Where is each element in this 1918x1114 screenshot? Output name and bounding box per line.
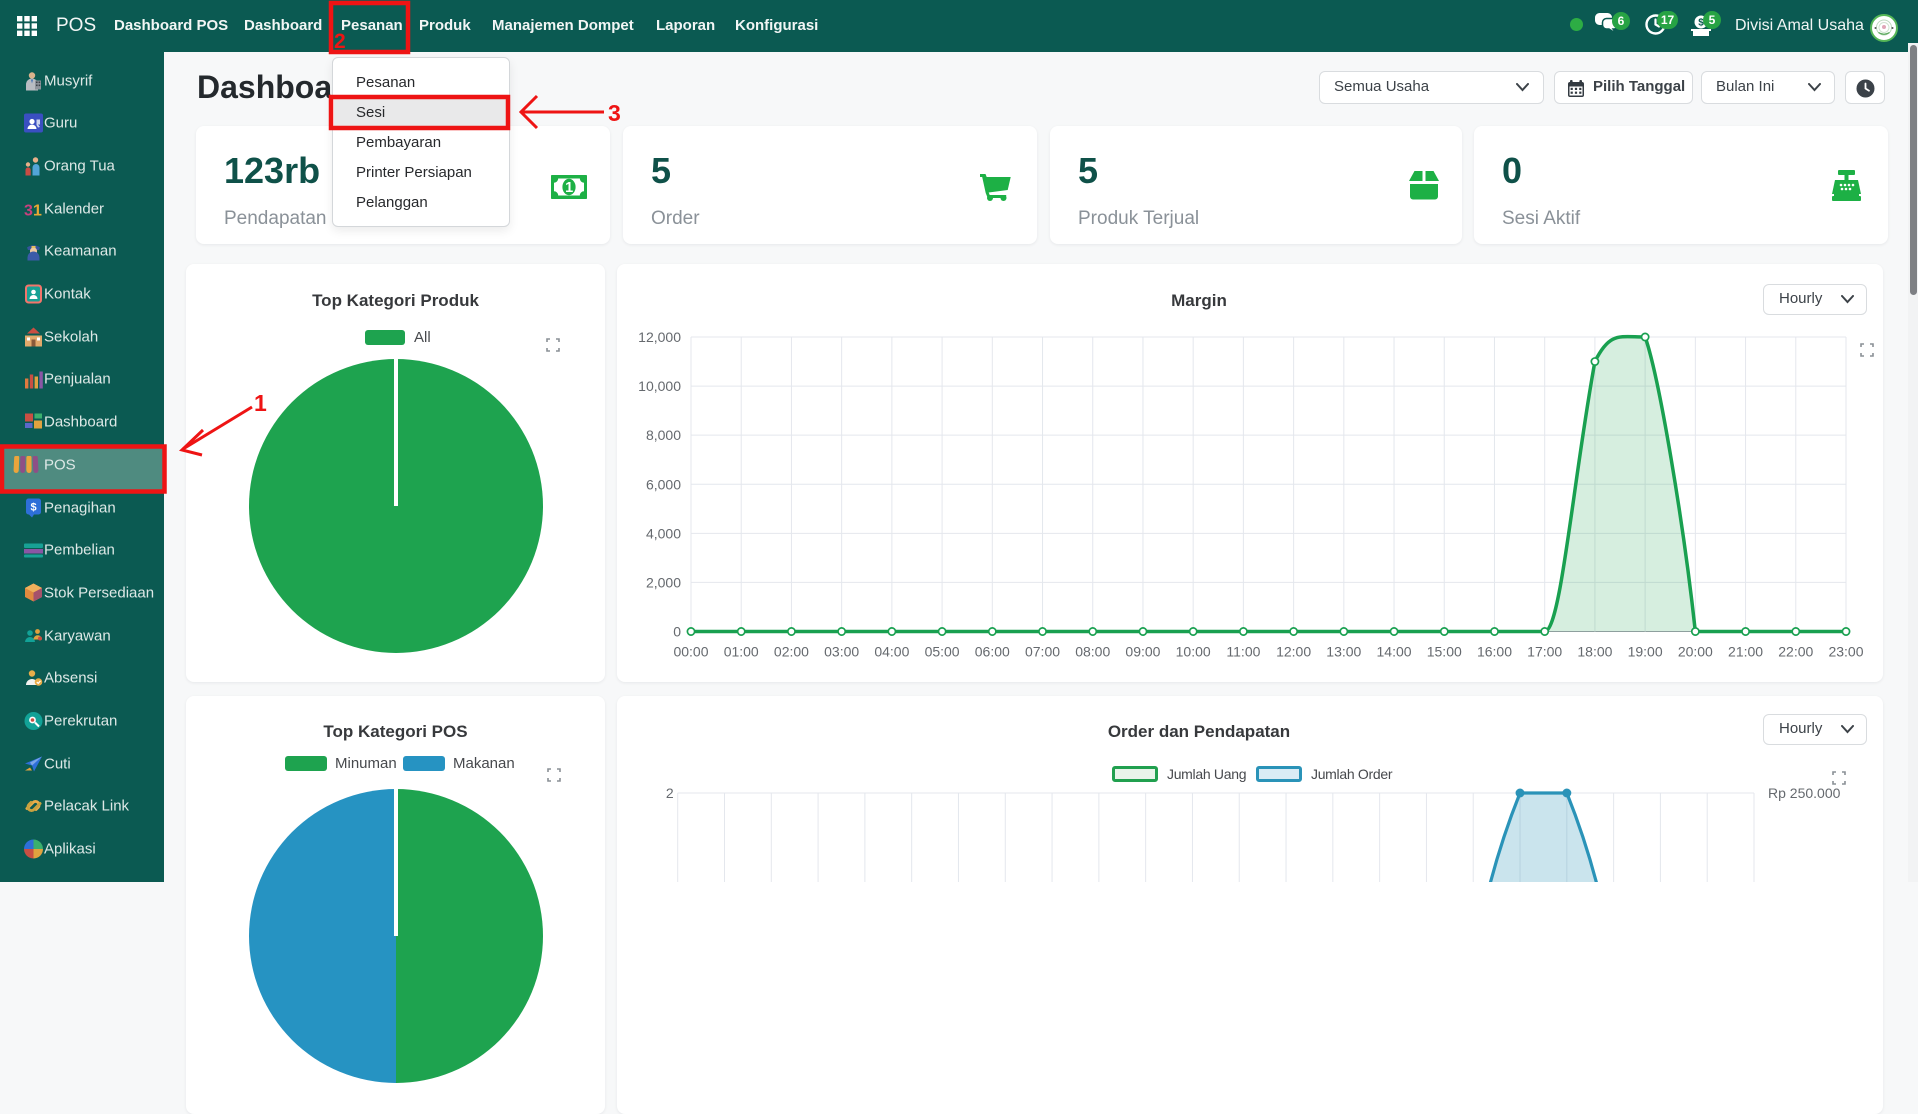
svg-text:08:00: 08:00 bbox=[1075, 644, 1110, 660]
svg-text:4,000: 4,000 bbox=[646, 525, 681, 541]
svg-text:16:00: 16:00 bbox=[1477, 644, 1512, 660]
svg-text:Rp 250.000: Rp 250.000 bbox=[1768, 785, 1841, 801]
svg-text:17:00: 17:00 bbox=[1527, 644, 1562, 660]
svg-text:10:00: 10:00 bbox=[1176, 644, 1211, 660]
svg-text:6,000: 6,000 bbox=[646, 476, 681, 492]
svg-text:12:00: 12:00 bbox=[1276, 644, 1311, 660]
svg-text:07:00: 07:00 bbox=[1025, 644, 1060, 660]
svg-text:23:00: 23:00 bbox=[1828, 644, 1863, 660]
svg-text:15:00: 15:00 bbox=[1427, 644, 1462, 660]
svg-text:12,000: 12,000 bbox=[638, 329, 681, 345]
svg-text:$: $ bbox=[30, 501, 36, 513]
svg-text:01:00: 01:00 bbox=[724, 644, 759, 660]
svg-text:2: 2 bbox=[666, 785, 674, 801]
svg-text:14:00: 14:00 bbox=[1377, 644, 1412, 660]
svg-text:09:00: 09:00 bbox=[1125, 644, 1160, 660]
svg-text:2,000: 2,000 bbox=[646, 574, 681, 590]
svg-text:8,000: 8,000 bbox=[646, 427, 681, 443]
svg-text:1: 1 bbox=[565, 180, 573, 196]
svg-text:21:00: 21:00 bbox=[1728, 644, 1763, 660]
svg-text:22:00: 22:00 bbox=[1778, 644, 1813, 660]
svg-text:19:00: 19:00 bbox=[1628, 644, 1663, 660]
svg-text:05:00: 05:00 bbox=[925, 644, 960, 660]
svg-text:00:00: 00:00 bbox=[673, 644, 708, 660]
svg-text:04:00: 04:00 bbox=[874, 644, 909, 660]
svg-text:20:00: 20:00 bbox=[1678, 644, 1713, 660]
svg-text:10,000: 10,000 bbox=[638, 378, 681, 394]
svg-text:0: 0 bbox=[673, 624, 681, 640]
svg-text:13:00: 13:00 bbox=[1326, 644, 1361, 660]
svg-text:1: 1 bbox=[33, 202, 42, 218]
svg-text:3: 3 bbox=[24, 202, 33, 218]
svg-text:02:00: 02:00 bbox=[774, 644, 809, 660]
svg-text:03:00: 03:00 bbox=[824, 644, 859, 660]
svg-text:06:00: 06:00 bbox=[975, 644, 1010, 660]
svg-text:11:00: 11:00 bbox=[1226, 644, 1260, 660]
svg-text:18:00: 18:00 bbox=[1577, 644, 1612, 660]
